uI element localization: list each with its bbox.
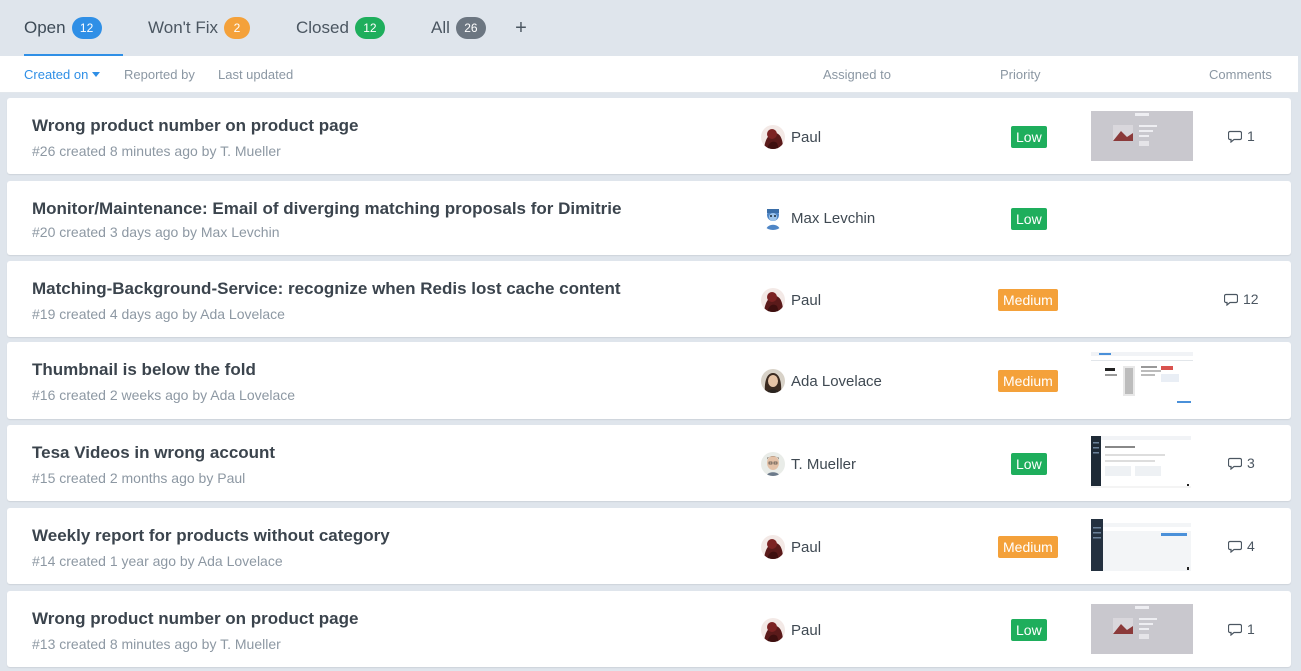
issue-title[interactable]: Weekly report for products without categ…	[32, 526, 390, 546]
assignee-name: Max Levchin	[791, 209, 876, 227]
assignee[interactable]: Paul	[761, 535, 821, 559]
avatar	[761, 369, 785, 393]
assignee-name: T. Mueller	[791, 455, 857, 473]
issue-title[interactable]: Thumbnail is below the fold	[32, 360, 256, 380]
comment-count[interactable]: 12	[1224, 289, 1259, 309]
issue-meta: #26 created 8 minutes ago by T. Mueller	[32, 143, 281, 159]
comment-icon	[1224, 293, 1238, 306]
sort-created-on[interactable]: Created on	[24, 67, 101, 82]
assignee[interactable]: Paul	[761, 125, 821, 149]
assignee-name: Paul	[791, 291, 822, 309]
issue-row[interactable]: Wrong product number on product page #13…	[7, 591, 1291, 667]
avatar	[761, 452, 785, 476]
assignee[interactable]: Paul	[761, 618, 821, 642]
avatar	[761, 125, 785, 149]
count-badge: 2	[224, 17, 251, 39]
assignee-name: Ada Lovelace	[791, 372, 882, 390]
screenshot-thumbnail[interactable]	[1091, 604, 1193, 654]
issue-row[interactable]: Wrong product number on product page #26…	[7, 98, 1291, 174]
priority-badge: Medium	[998, 289, 1058, 311]
count-badge: 26	[455, 17, 486, 39]
sort-label: Created on	[24, 67, 89, 82]
comment-count-value: 4	[1247, 538, 1255, 554]
priority-badge: Low	[1011, 453, 1047, 475]
comment-count[interactable]: 1	[1228, 126, 1255, 146]
tab-all[interactable]: All 26	[431, 0, 486, 56]
issue-meta: #19 created 4 days ago by Ada Lovelace	[32, 306, 285, 322]
issue-meta: #20 created 3 days ago by Max Levchin	[32, 224, 280, 240]
comment-icon	[1228, 623, 1242, 636]
assignee[interactable]: Ada Lovelace	[761, 369, 882, 393]
assignee[interactable]: Paul	[761, 288, 821, 312]
comment-count[interactable]: 1	[1228, 619, 1255, 639]
count-badge: 12	[71, 17, 102, 39]
comment-icon	[1228, 130, 1242, 143]
issue-row[interactable]: Monitor/Maintenance: Email of diverging …	[7, 181, 1291, 255]
issue-meta: #14 created 1 year ago by Ada Lovelace	[32, 553, 283, 569]
issue-row[interactable]: Matching-Background-Service: recognize w…	[7, 261, 1291, 337]
screenshot-thumbnail[interactable]	[1091, 111, 1193, 161]
avatar	[761, 618, 785, 642]
sort-reported-by[interactable]: Reported by	[124, 67, 195, 82]
priority-badge: Medium	[998, 536, 1058, 558]
column-priority[interactable]: Priority	[1000, 67, 1040, 82]
assignee-name: Paul	[791, 621, 822, 639]
count-badge: 12	[354, 17, 385, 39]
comment-count[interactable]: 3	[1228, 453, 1255, 473]
tab-closed[interactable]: Closed 12	[296, 0, 385, 56]
add-tab-button[interactable]: +	[513, 18, 529, 38]
column-assigned-to[interactable]: Assigned to	[823, 67, 891, 82]
tab-wont-fix[interactable]: Won't Fix 2	[148, 0, 251, 56]
issue-row[interactable]: Weekly report for products without categ…	[7, 508, 1291, 584]
assignee-name: Paul	[791, 128, 822, 146]
tab-label: Won't Fix	[148, 18, 219, 37]
comment-icon	[1228, 540, 1242, 553]
comment-icon	[1228, 457, 1242, 470]
issue-meta: #16 created 2 weeks ago by Ada Lovelace	[32, 387, 296, 403]
sort-header: Created on Reported by Last updated Assi…	[0, 56, 1298, 93]
avatar	[761, 206, 785, 230]
screenshot-thumbnail[interactable]	[1091, 519, 1191, 571]
issue-meta: #13 created 8 minutes ago by T. Mueller	[32, 636, 281, 652]
priority-badge: Medium	[998, 370, 1058, 392]
issue-title[interactable]: Monitor/Maintenance: Email of diverging …	[32, 199, 621, 219]
issue-title[interactable]: Matching-Background-Service: recognize w…	[32, 279, 621, 299]
tab-label: Open	[24, 18, 66, 37]
avatar	[761, 288, 785, 312]
screenshot-thumbnail[interactable]	[1091, 352, 1193, 408]
assignee[interactable]: T. Mueller	[761, 452, 856, 476]
issue-title[interactable]: Wrong product number on product page	[32, 116, 358, 136]
priority-badge: Low	[1011, 208, 1047, 230]
assignee[interactable]: Max Levchin	[761, 206, 875, 230]
issue-meta: #15 created 2 months ago by Paul	[32, 470, 246, 486]
tab-label: All	[431, 18, 450, 37]
assignee-name: Paul	[791, 538, 822, 556]
caret-down-icon	[92, 72, 101, 77]
tab-open[interactable]: Open 12	[24, 0, 123, 56]
comment-count-value: 1	[1247, 621, 1255, 637]
issue-title[interactable]: Wrong product number on product page	[32, 609, 358, 629]
issue-row[interactable]: Thumbnail is below the fold #16 created …	[7, 342, 1291, 419]
avatar	[761, 535, 785, 559]
issue-row[interactable]: Tesa Videos in wrong account #15 created…	[7, 425, 1291, 501]
comment-count[interactable]: 4	[1228, 536, 1255, 556]
issue-title[interactable]: Tesa Videos in wrong account	[32, 443, 275, 463]
comment-count-value: 1	[1247, 128, 1255, 144]
tab-label: Closed	[296, 18, 349, 37]
sort-last-updated[interactable]: Last updated	[218, 67, 293, 82]
column-comments[interactable]: Comments	[1209, 67, 1272, 82]
screenshot-thumbnail[interactable]	[1091, 436, 1191, 488]
priority-badge: Low	[1011, 126, 1047, 148]
comment-count-value: 12	[1243, 291, 1259, 307]
priority-badge: Low	[1011, 619, 1047, 641]
tab-bar: Open 12 Won't Fix 2 Closed 12 All 26 +	[0, 0, 1301, 56]
comment-count-value: 3	[1247, 455, 1255, 471]
